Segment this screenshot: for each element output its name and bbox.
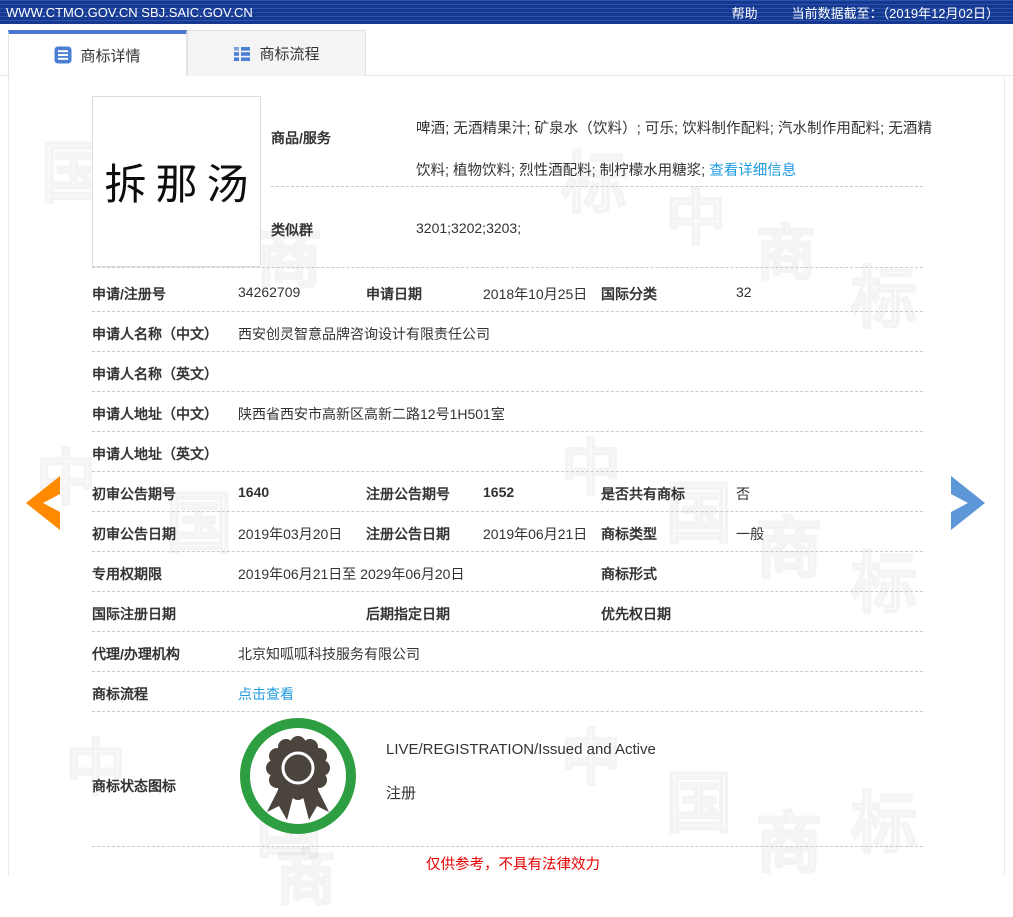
watermark-glyph: 商	[276, 830, 336, 917]
intl-class-value: 32	[736, 284, 752, 300]
legal-disclaimer: 仅供参考，不具有法律效力	[426, 853, 600, 874]
watermark-glyph: 商	[756, 495, 822, 591]
later-desig-date-label: 后期指定日期	[366, 604, 450, 624]
previous-arrow-button[interactable]	[23, 476, 63, 532]
status-line-english: LIVE/REGISTRATION/Issued and Active	[386, 741, 656, 758]
first-pub-no-value: 1640	[238, 484, 269, 500]
next-arrow-button[interactable]	[948, 476, 988, 532]
trademark-image: 拆那汤	[92, 96, 261, 267]
exclusive-period-value: 2019年06月21日至 2029年06月20日	[238, 564, 464, 584]
agency-label: 代理/办理机构	[92, 644, 180, 664]
view-details-link[interactable]: 查看详细信息	[709, 163, 796, 179]
watermark-glyph: 商	[756, 790, 822, 886]
watermark-glyph: 商	[756, 205, 816, 292]
list-icon	[233, 45, 251, 63]
help-link[interactable]: 帮助	[732, 3, 758, 22]
reg-no-value: 34262709	[238, 284, 300, 300]
tab-trademark-details[interactable]: 商标详情	[8, 30, 187, 76]
intl-reg-date-label: 国际注册日期	[92, 604, 176, 624]
goods-services-value: 啤酒; 无酒精果汁; 矿泉水（饮料）; 可乐; 饮料制作配料; 汽水制作用配料;…	[416, 108, 932, 192]
shared-mark-value: 否	[736, 484, 750, 504]
status-icon-label: 商标状态图标	[92, 776, 176, 796]
applicant-cn-label: 申请人名称（中文）	[92, 324, 218, 344]
watermark-glyph: 国	[666, 750, 732, 846]
watermark-glyph: 标	[851, 530, 917, 626]
similar-group-value: 3201;3202;3203;	[416, 220, 521, 236]
address-cn-value: 陕西省西安市高新区高新二路12号1H501室	[238, 404, 505, 424]
status-line-chinese: 注册	[386, 782, 416, 803]
goods-services-text: 啤酒; 无酒精果汁; 矿泉水（饮料）; 可乐; 饮料制作配料; 汽水制作用配料;…	[416, 121, 932, 179]
tab-label: 商标流程	[259, 43, 319, 64]
tab-trademark-process[interactable]: 商标流程	[187, 30, 366, 76]
watermark-glyph: 标	[851, 770, 917, 866]
agency-value: 北京知呱呱科技服务有限公司	[238, 644, 420, 664]
priority-date-label: 优先权日期	[601, 604, 671, 624]
mark-type-value: 一般	[736, 524, 764, 544]
address-cn-label: 申请人地址（中文）	[92, 404, 218, 424]
document-lines-icon	[54, 46, 72, 64]
intl-class-label: 国际分类	[601, 284, 657, 304]
data-cutoff-text: 当前数据截至：（2019年12月02日）	[792, 3, 999, 22]
first-pub-date-value: 2019年03月20日	[238, 524, 342, 544]
site-title: WWW.CTMO.GOV.CN SBJ.SAIC.GOV.CN	[6, 5, 253, 20]
watermark-glyph: 标	[851, 245, 917, 341]
process-label: 商标流程	[92, 684, 148, 704]
first-pub-date-label: 初审公告日期	[92, 524, 176, 544]
reg-pub-date-label: 注册公告日期	[366, 524, 450, 544]
tab-label: 商标详情	[80, 45, 140, 66]
reg-no-label: 申请/注册号	[92, 284, 166, 304]
app-date-label: 申请日期	[366, 284, 422, 304]
registration-badge-icon	[238, 716, 358, 841]
similar-group-label: 类似群	[271, 220, 313, 240]
goods-services-label: 商品/服务	[271, 128, 331, 148]
applicant-en-label: 申请人名称（英文）	[92, 364, 218, 384]
applicant-cn-value: 西安创灵智意品牌咨询设计有限责任公司	[238, 324, 490, 344]
shared-mark-label: 是否共有商标	[601, 484, 685, 504]
topbar: WWW.CTMO.GOV.CN SBJ.SAIC.GOV.CN 帮助 当前数据截…	[0, 0, 1013, 24]
address-en-label: 申请人地址（英文）	[92, 444, 218, 464]
reg-pub-no-label: 注册公告期号	[366, 484, 450, 504]
trademark-image-text: 拆那汤	[95, 151, 257, 212]
first-pub-no-label: 初审公告期号	[92, 484, 176, 504]
reg-pub-no-value: 1652	[483, 484, 514, 500]
app-date-value: 2018年10月25日	[483, 284, 587, 304]
trademark-detail-panel: 国商标中商标中国中国商标中国中国商标商 拆那汤 商品/服务 啤酒; 无酒精果汁;…	[8, 76, 1005, 875]
mark-form-label: 商标形式	[601, 564, 657, 584]
mark-type-label: 商标类型	[601, 524, 657, 544]
process-view-link[interactable]: 点击查看	[238, 684, 294, 704]
exclusive-period-label: 专用权期限	[92, 564, 162, 584]
reg-pub-date-value: 2019年06月21日	[483, 524, 587, 544]
tabbar: 商标详情 商标流程	[0, 30, 1013, 76]
watermark-glyph: 国	[666, 460, 732, 556]
